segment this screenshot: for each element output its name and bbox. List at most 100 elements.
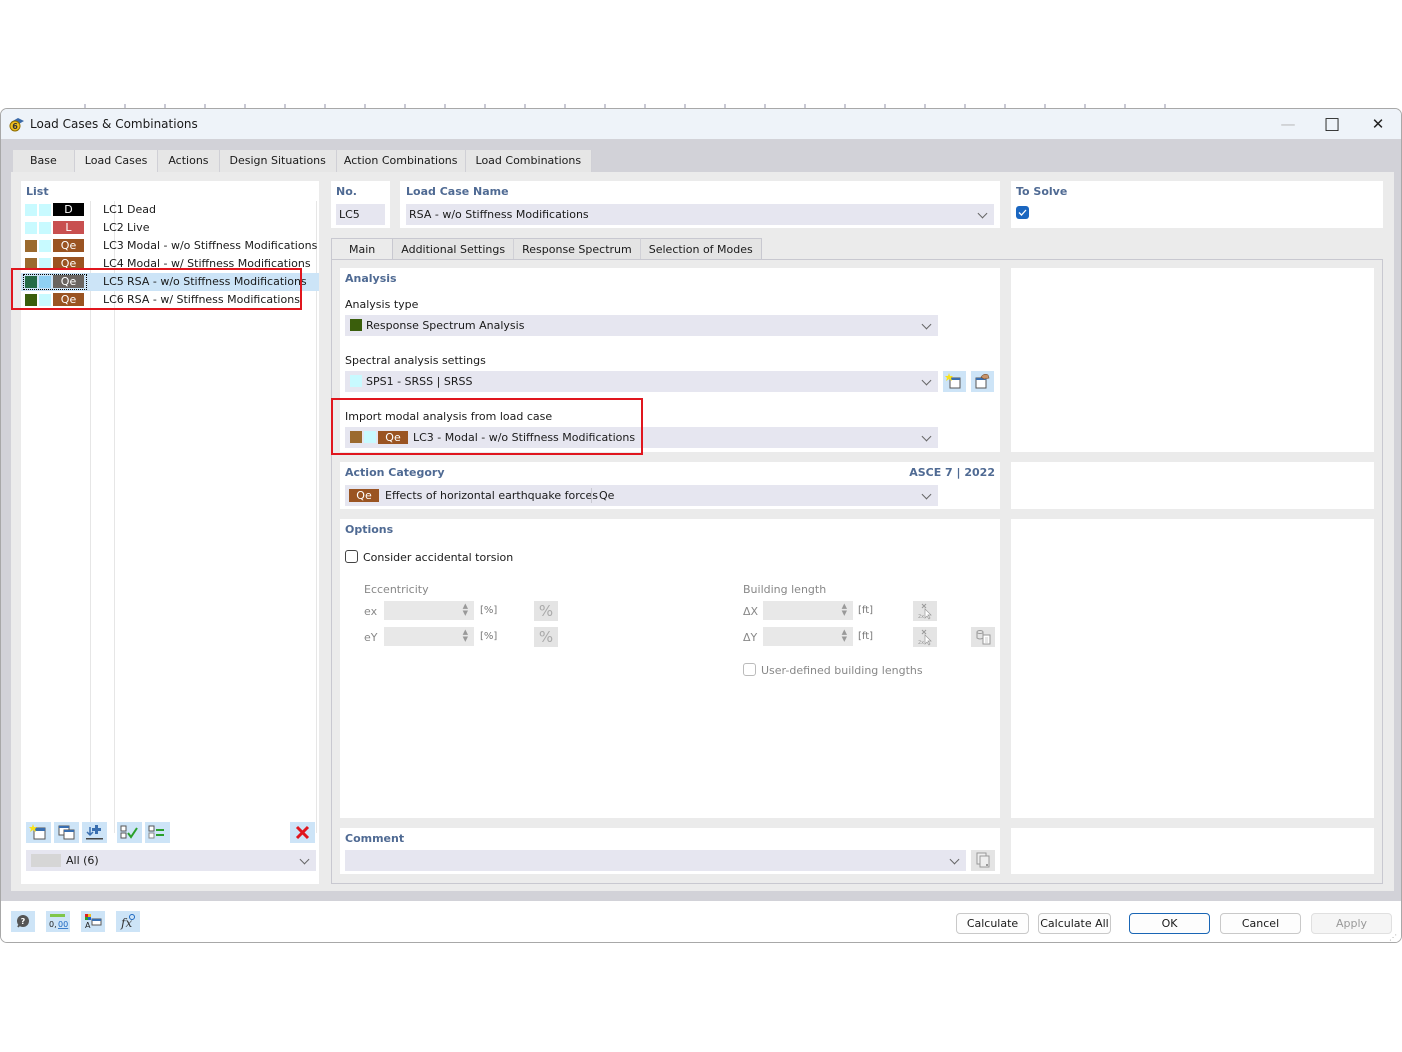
toggle-check-button[interactable] bbox=[145, 822, 170, 843]
svg-text:fx: fx bbox=[120, 916, 132, 930]
dy-unit: [ft] bbox=[858, 631, 874, 642]
action-category-separator bbox=[591, 488, 592, 503]
load-case-name-label: Load Case Name bbox=[406, 185, 509, 198]
analysis-type-label: Analysis type bbox=[345, 298, 419, 311]
analysis-type-value: Response Spectrum Analysis bbox=[366, 319, 525, 332]
display-properties-button[interactable]: A bbox=[81, 911, 105, 932]
filter-value: All (6) bbox=[66, 854, 99, 867]
analysis-type-dropdown[interactable]: Response Spectrum Analysis bbox=[345, 315, 938, 336]
tab-actions[interactable]: Actions bbox=[158, 150, 220, 172]
tab-base[interactable]: Base bbox=[13, 150, 75, 172]
new-item-icon bbox=[29, 824, 46, 840]
apply-button[interactable]: Apply bbox=[1311, 913, 1392, 934]
ex-unit: [%] bbox=[480, 605, 498, 616]
svg-text:2x: 2x bbox=[918, 614, 924, 620]
formula-icon: fx bbox=[120, 914, 135, 930]
ey-percent-button[interactable]: % bbox=[534, 627, 558, 647]
svg-text:?: ? bbox=[21, 917, 26, 926]
building-length-label: Building length bbox=[743, 583, 827, 596]
ey-label: eY bbox=[364, 631, 378, 644]
dx-pick-button[interactable]: 2x bbox=[913, 601, 937, 621]
copy-load-case-button[interactable] bbox=[54, 822, 79, 843]
new-item-icon bbox=[945, 373, 961, 389]
comment-panel: Comment bbox=[340, 828, 1000, 874]
dialog-footer: ? 0, 00 A fx Calculate Calculate All OK C… bbox=[1, 901, 1401, 942]
number-field[interactable]: LC5 bbox=[336, 204, 385, 225]
pick-distance-icon: 2x bbox=[918, 629, 932, 646]
to-solve-label: To Solve bbox=[1016, 185, 1068, 198]
top-tabs: Base Load Cases Actions Design Situation… bbox=[13, 150, 593, 174]
list-item[interactable]: D LC1 Dead bbox=[21, 201, 319, 219]
calculate-button[interactable]: Calculate bbox=[956, 913, 1029, 934]
edit-spectral-settings-button[interactable] bbox=[971, 371, 994, 392]
spinner-arrows[interactable]: ▲ ▼ bbox=[842, 629, 847, 643]
building-length-table-button[interactable] bbox=[971, 627, 995, 647]
new-load-case-button[interactable] bbox=[26, 822, 51, 843]
new-spectral-settings-button[interactable] bbox=[943, 371, 966, 392]
svg-text:2x: 2x bbox=[918, 640, 924, 646]
cancel-button[interactable]: Cancel bbox=[1220, 913, 1301, 934]
accidental-torsion-checkbox[interactable] bbox=[345, 550, 358, 563]
action-category-value: Effects of horizontal earthquake forces bbox=[385, 489, 599, 502]
title-bar: 6 Load Cases & Combinations — □ ✕ bbox=[1, 109, 1401, 139]
help-icon: ? bbox=[17, 915, 29, 928]
spectral-settings-dropdown[interactable]: SPS1 - SRSS | SRSS bbox=[345, 371, 938, 392]
tab-selection-of-modes[interactable]: Selection of Modes bbox=[640, 238, 762, 259]
standard-label: ASCE 7 | 2022 bbox=[909, 466, 995, 479]
tab-response-spectrum[interactable]: Response Spectrum bbox=[514, 238, 641, 259]
calculate-all-button[interactable]: Calculate All bbox=[1038, 913, 1111, 934]
tab-additional-settings[interactable]: Additional Settings bbox=[393, 238, 515, 259]
highlight-import-modal bbox=[331, 398, 643, 455]
display-properties-icon: A bbox=[85, 914, 102, 930]
list-item-code: LC2 bbox=[103, 221, 124, 234]
comment-side-panel bbox=[1011, 828, 1374, 874]
dx-label: ΔX bbox=[743, 605, 759, 618]
maximize-button[interactable]: □ bbox=[1310, 113, 1354, 135]
ok-button[interactable]: OK bbox=[1129, 913, 1210, 934]
units-button[interactable]: 0, 00 bbox=[46, 911, 70, 932]
dy-pick-button[interactable]: 2x bbox=[913, 627, 937, 647]
formula-button[interactable]: fx bbox=[116, 911, 140, 932]
spinner-arrows[interactable]: ▲ ▼ bbox=[842, 603, 847, 617]
list-item[interactable]: Qe LC3 Modal - w/o Stiffness Modifications bbox=[21, 237, 319, 255]
to-solve-checkbox[interactable] bbox=[1016, 206, 1029, 219]
tab-main[interactable]: Main bbox=[331, 238, 394, 260]
app-icon: 6 bbox=[9, 118, 24, 132]
check-all-icon bbox=[120, 825, 138, 839]
check-all-button[interactable] bbox=[117, 822, 142, 843]
load-case-name-dropdown[interactable]: RSA - w/o Stiffness Modifications bbox=[406, 204, 994, 225]
comment-input[interactable] bbox=[345, 850, 966, 871]
ex-percent-button[interactable]: % bbox=[534, 601, 558, 621]
help-button[interactable]: ? bbox=[11, 911, 35, 932]
tab-load-combinations[interactable]: Load Combinations bbox=[465, 150, 593, 172]
spinner-arrows[interactable]: ▲ ▼ bbox=[463, 603, 468, 617]
dx-input[interactable]: ▲ ▼ bbox=[763, 601, 853, 620]
import-load-case-button[interactable] bbox=[82, 822, 107, 843]
action-category-dropdown[interactable]: Qe Effects of horizontal earthquake forc… bbox=[345, 485, 938, 506]
comment-library-button[interactable] bbox=[971, 850, 995, 871]
ex-input[interactable]: ▲ ▼ bbox=[384, 601, 474, 620]
action-category-side-panel bbox=[1011, 462, 1374, 509]
close-button[interactable]: ✕ bbox=[1356, 113, 1400, 135]
list-item-badge: L bbox=[53, 221, 84, 234]
list-filter-dropdown[interactable]: All (6) bbox=[26, 850, 316, 871]
resize-grip[interactable]: ⋰ bbox=[1389, 933, 1399, 942]
options-panel: Options Consider accidental torsion Ecce… bbox=[340, 519, 1000, 818]
dy-label: ΔY bbox=[743, 631, 758, 644]
ey-input[interactable]: ▲ ▼ bbox=[384, 627, 474, 646]
checkmark-icon bbox=[1018, 209, 1027, 216]
chevron-down-icon bbox=[300, 853, 310, 865]
delete-load-case-button[interactable] bbox=[290, 822, 315, 843]
spinner-arrows[interactable]: ▲ ▼ bbox=[463, 629, 468, 643]
tab-design-situations[interactable]: Design Situations bbox=[219, 150, 337, 172]
tab-action-combinations[interactable]: Action Combinations bbox=[336, 150, 466, 172]
action-category-panel: Action Category ASCE 7 | 2022 Qe Effects… bbox=[340, 462, 1000, 509]
options-title: Options bbox=[345, 523, 394, 536]
filter-swatch bbox=[31, 854, 61, 867]
dy-input[interactable]: ▲ ▼ bbox=[763, 627, 853, 646]
list-item-swatch-2 bbox=[39, 240, 51, 252]
minimize-button[interactable]: — bbox=[1266, 113, 1310, 135]
user-defined-lengths-checkbox[interactable] bbox=[743, 663, 756, 676]
tab-load-cases[interactable]: Load Cases bbox=[74, 150, 159, 174]
list-item[interactable]: L LC2 Live bbox=[21, 219, 319, 237]
